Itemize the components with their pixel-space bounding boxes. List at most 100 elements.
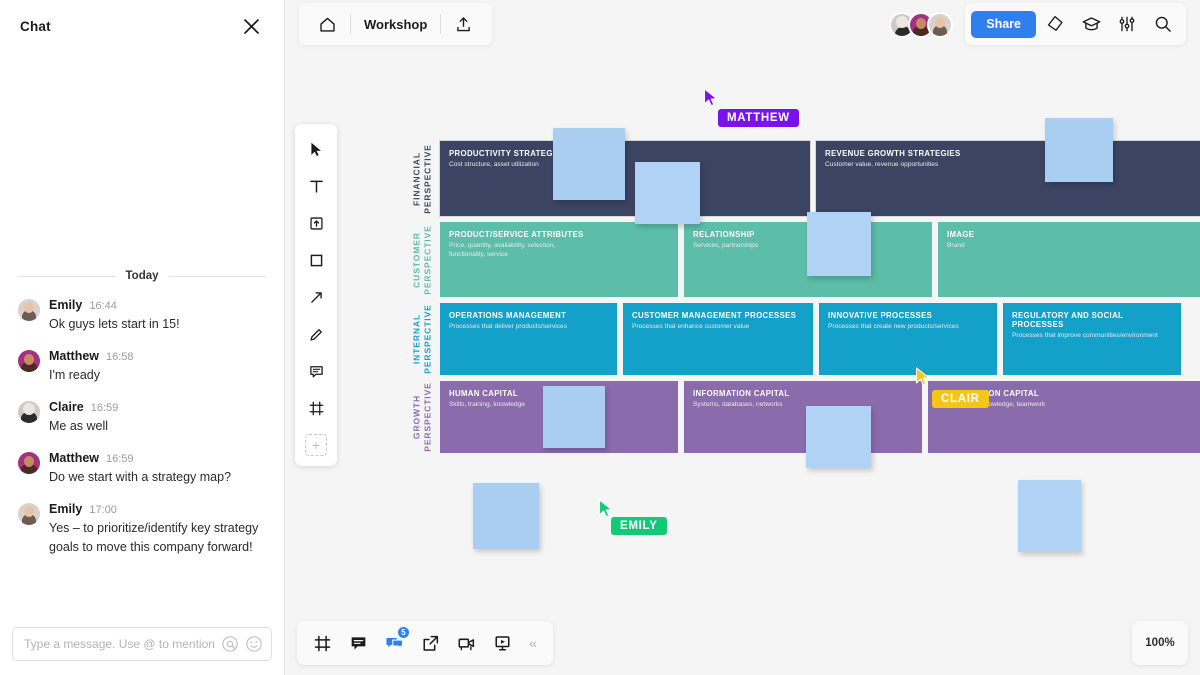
avatar[interactable]: [927, 11, 954, 38]
message-input[interactable]: [24, 637, 215, 651]
avatar: [18, 452, 40, 474]
row-label: FINANCIAL PERSPECTIVE: [405, 141, 440, 216]
strategy-map[interactable]: FINANCIAL PERSPECTIVE PRODUCTIVITY STRATEG…: [405, 140, 1200, 459]
sliders-icon[interactable]: [1110, 7, 1144, 41]
top-toolbar: Workshop Share: [285, 0, 1200, 48]
emoji-icon[interactable]: [245, 635, 263, 653]
chat-message: Matthew 16:58 I'm ready: [18, 349, 274, 385]
message-author: Emily: [49, 502, 83, 516]
day-divider-label: Today: [125, 270, 159, 282]
map-cell-title: PRODUCT/SERVICE ATTRIBUTES: [449, 230, 584, 239]
cursor-pointer-icon: [703, 88, 718, 107]
board-title-label: Workshop: [364, 16, 428, 32]
map-cell[interactable]: CUSTOMER MANAGEMENT PROCESSES Processes t…: [623, 303, 813, 375]
close-icon[interactable]: [238, 13, 264, 39]
zoom-level-button[interactable]: 100%: [1132, 621, 1188, 665]
message-text: I'm ready: [49, 368, 101, 382]
chat-input-box[interactable]: [12, 627, 272, 661]
cursor-icon[interactable]: [299, 132, 333, 166]
drawing-toolbar: +: [295, 124, 337, 466]
tag-icon[interactable]: [1038, 7, 1072, 41]
at-mention-icon[interactable]: [221, 635, 239, 653]
sticky-note[interactable]: [543, 386, 605, 448]
sticky-note-icon[interactable]: [299, 206, 333, 240]
map-cell-title: REVENUE GROWTH STRATEGIES: [825, 149, 961, 158]
upload-icon[interactable]: [441, 3, 486, 45]
remote-cursor: [597, 499, 617, 525]
board-title[interactable]: Workshop: [351, 3, 440, 45]
comment-icon[interactable]: [299, 354, 333, 388]
message-author: Matthew: [49, 451, 99, 465]
sticky-note[interactable]: [553, 128, 625, 200]
map-cell[interactable]: PRODUCTIVITY STRATEGY Cost structure, ass…: [439, 140, 811, 217]
map-cell-title: INFORMATION CAPITAL: [693, 389, 790, 398]
map-cell-subtitle: Processes that enhance customer value: [632, 323, 750, 330]
pen-icon[interactable]: [299, 317, 333, 351]
map-cell[interactable]: IMAGE Brand: [938, 222, 1200, 297]
row-label-text: FINANCIAL PERSPECTIVE: [411, 143, 433, 214]
collapse-icon[interactable]: «: [521, 635, 545, 651]
chat-message: Emily 16:44 Ok guys lets start in 15!: [18, 298, 274, 334]
collaborator-avatars[interactable]: [889, 11, 954, 38]
sticky-note[interactable]: [1045, 118, 1113, 182]
text-icon[interactable]: [299, 169, 333, 203]
message-author: Claire: [49, 400, 84, 414]
divider-line-right: [168, 275, 267, 277]
graduation-cap-icon[interactable]: [1074, 7, 1108, 41]
map-cell[interactable]: REGULATORY AND SOCIAL PROCESSES Processes…: [1003, 303, 1181, 375]
avatar: [18, 503, 40, 525]
map-cell[interactable]: REVENUE GROWTH STRATEGIES Customer value,…: [815, 140, 1200, 217]
sticky-note[interactable]: [807, 212, 871, 276]
arrow-icon[interactable]: [299, 280, 333, 314]
chat-title: Chat: [20, 18, 51, 34]
export-icon[interactable]: [413, 625, 447, 661]
map-cell[interactable]: INFORMATION CAPITAL Systems, databases, n…: [684, 381, 922, 453]
sticky-note[interactable]: [635, 162, 700, 224]
message-text: Me as well: [49, 419, 109, 433]
notification-badge: 5: [397, 626, 410, 639]
video-call-icon[interactable]: [449, 625, 483, 661]
row-label-text: INTERNAL PERSPECTIVE: [411, 304, 433, 374]
message-time: 16:58: [106, 351, 134, 363]
row-label-text: CUSTOMER PERSPECTIVE: [411, 224, 433, 295]
chat-message: Matthew 16:59 Do we start with a strategy …: [18, 451, 274, 487]
map-cell[interactable]: OPERATIONS MANAGEMENT Processes that deli…: [440, 303, 617, 375]
remote-cursor: [702, 88, 722, 114]
board-controls: Workshop: [299, 3, 493, 45]
map-row: GROWTH PERSPECTIVE HUMAN CAPITAL Skills, tr…: [405, 381, 1200, 453]
canvas-area[interactable]: Workshop Share + FINANCIAL PERSPECTIVE P…: [285, 0, 1200, 675]
avatar: [18, 299, 40, 321]
chat-input-area: [0, 617, 284, 675]
sticky-note[interactable]: [473, 483, 539, 549]
chat-message-list: Today Emily 16:44 Ok guys lets start in 15…: [0, 52, 284, 617]
share-button[interactable]: Share: [971, 10, 1036, 38]
sticky-note[interactable]: [806, 406, 871, 468]
chat-panel: Chat Today Emily 16:44 Ok guys lets start …: [0, 0, 285, 675]
frame-icon[interactable]: [299, 391, 333, 425]
map-cell-title: REGULATORY AND SOCIAL PROCESSES: [1012, 311, 1124, 329]
chat-icon[interactable]: 5: [377, 625, 411, 661]
map-cell-title: CUSTOMER MANAGEMENT PROCESSES: [632, 311, 797, 320]
map-cell-subtitle: Brand: [947, 242, 965, 249]
cursor-pointer-icon: [915, 367, 930, 386]
sticky-note[interactable]: [1018, 480, 1081, 552]
map-cell-subtitle: Processes that deliver products/services: [449, 323, 568, 330]
presentation-icon[interactable]: [485, 625, 519, 661]
map-cell[interactable]: PRODUCT/SERVICE ATTRIBUTES Price, quantit…: [440, 222, 678, 297]
avatar: [18, 401, 40, 423]
cursor-name-label: MATTHEW: [718, 109, 799, 127]
remote-cursor: [914, 367, 934, 393]
comments-icon[interactable]: [341, 625, 375, 661]
action-group: Share: [965, 3, 1186, 45]
row-label-text: GROWTH PERSPECTIVE: [411, 382, 433, 452]
top-right-controls: Share: [889, 3, 1186, 45]
search-icon[interactable]: [1146, 7, 1180, 41]
home-icon[interactable]: [305, 3, 350, 45]
shape-icon[interactable]: [299, 243, 333, 277]
chat-message: Claire 16:59 Me as well: [18, 400, 274, 436]
map-cell[interactable]: INNOVATIVE PROCESSES Processes that creat…: [819, 303, 997, 375]
add-tool-button[interactable]: +: [305, 434, 327, 456]
divider-line-left: [18, 275, 116, 277]
frames-panel-icon[interactable]: [305, 625, 339, 661]
message-author: Matthew: [49, 349, 99, 363]
